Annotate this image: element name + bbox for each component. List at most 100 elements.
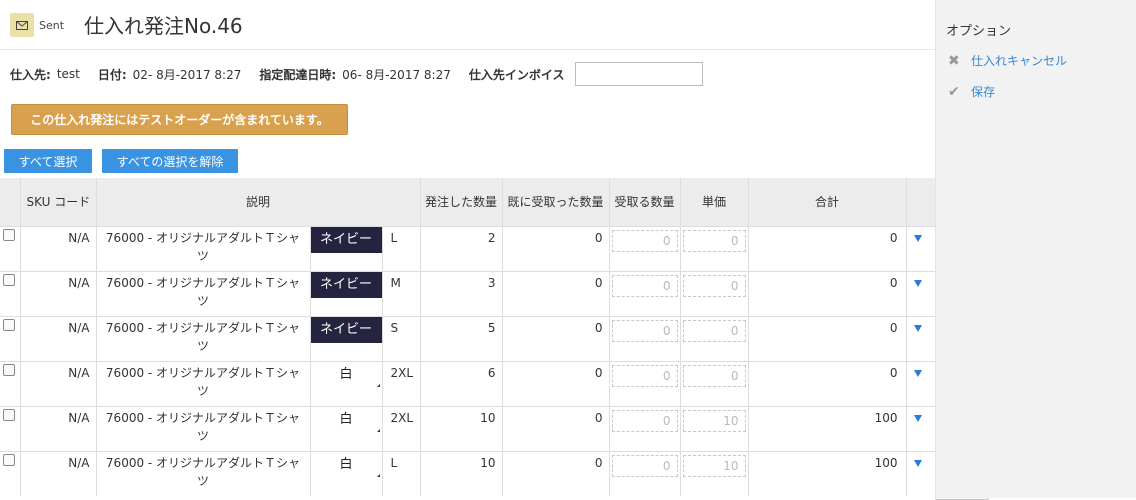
to-receive-cell: 0 [609,315,681,361]
color-cell: 白 [310,405,383,451]
sku-cell: N/A [20,450,97,496]
header-ordered: 発注した数量 [420,178,503,226]
total-cell: 100 [748,450,907,496]
select-all-button[interactable]: すべて選択 [4,149,92,173]
ordered-qty-cell: 10 [420,450,503,496]
sku-cell: N/A [20,315,97,361]
invoice-input[interactable] [574,62,703,86]
deselect-all-button[interactable]: すべての選択を解除 [102,149,238,173]
invoice-label: 仕入先インボイス [468,67,565,82]
date-value: 02- 8月-2017 8:27 [132,67,242,82]
x-icon: ✖ [948,52,960,69]
color-cell: 白 [310,360,383,406]
color-cell: ネイビー [310,225,383,271]
color-cell: ネイビー [310,270,383,316]
dropdown-arrow-icon[interactable] [913,414,922,422]
row-select-cell [0,270,21,316]
row-checkbox[interactable] [3,408,15,421]
delivery-value: 06- 8月-2017 8:27 [342,67,451,82]
size-cell: S [382,315,421,361]
table-row: N/A 76000 - オリジナルアダルトＴシャツ ネイビー L 2 0 0 0 0 [0,225,935,271]
color-chip: ネイビー [310,316,382,343]
sku-cell: N/A [20,225,97,271]
row-checkbox[interactable] [3,228,15,241]
size-cell: 2XL [382,405,421,451]
header-description: 説明 [96,178,421,226]
unit-price-cell: 10 [680,405,749,451]
row-checkbox[interactable] [3,363,15,376]
cancel-order-link[interactable]: ✖ 仕入れキャンセル [948,52,1067,69]
row-checkbox[interactable] [3,318,15,331]
size-cell: L [382,450,421,496]
received-qty-cell: 0 [502,270,610,316]
to-receive-input[interactable]: 0 [611,409,678,432]
main-content: Sent 仕入れ発注No.46 仕入先: test 日付: 02- 8月-201… [0,0,935,498]
unit-price-input[interactable]: 0 [682,364,746,387]
dropdown-arrow-icon[interactable] [913,279,922,287]
color-cell: ネイビー [310,315,383,361]
unit-price-input[interactable]: 0 [682,319,746,342]
dropdown-arrow-icon[interactable] [913,324,922,332]
supplier-label: 仕入先: [10,67,51,82]
unit-price-cell: 0 [680,270,749,316]
sku-cell: N/A [20,270,97,316]
to-receive-input[interactable]: 0 [611,229,678,252]
row-select-cell [0,360,21,406]
order-info: 仕入先: test 日付: 02- 8月-2017 8:27 指定配達日時: 0… [10,62,703,86]
ordered-qty-cell: 3 [420,270,503,316]
description-cell: 76000 - オリジナルアダルトＴシャツ [96,450,311,496]
to-receive-input[interactable]: 0 [611,454,678,477]
description-cell: 76000 - オリジナルアダルトＴシャツ [96,270,311,316]
header-received: 既に受取った数量 [502,178,610,226]
date-label: 日付: [97,67,127,82]
dropdown-arrow-icon[interactable] [913,459,922,467]
color-cell: 白 [310,450,383,496]
description-cell: 76000 - オリジナルアダルトＴシャツ [96,360,311,406]
dropdown-arrow-icon[interactable] [913,369,922,377]
ordered-qty-cell: 5 [420,315,503,361]
to-receive-cell: 0 [609,405,681,451]
header-unit-price: 単価 [680,178,749,226]
header-checkbox [0,178,21,226]
row-checkbox[interactable] [3,453,15,466]
total-cell: 0 [748,270,907,316]
unit-price-cell: 0 [680,225,749,271]
description-cell: 76000 - オリジナルアダルトＴシャツ [96,225,311,271]
row-menu-cell [906,450,935,496]
to-receive-input[interactable]: 0 [611,364,678,387]
table-row: N/A 76000 - オリジナルアダルトＴシャツ白 2XL 10 0 0 10 100 [0,405,935,451]
row-select-cell [0,315,21,361]
header-sku: SKU コード [20,178,97,226]
color-chip: 白 [339,366,353,382]
unit-price-input[interactable]: 10 [682,454,746,477]
to-receive-input[interactable]: 0 [611,274,678,297]
color-chip: ネイビー [310,271,382,298]
options-sidebar: オプション ✖ 仕入れキャンセル ✔ 保存 [935,0,1136,498]
to-receive-cell: 0 [609,450,681,496]
size-cell: 2XL [382,360,421,406]
ordered-qty-cell: 10 [420,405,503,451]
size-cell: L [382,225,421,271]
sku-cell: N/A [20,405,97,451]
save-link[interactable]: ✔ 保存 [948,83,995,100]
status-indicator: Sent [10,13,64,37]
to-receive-cell: 0 [609,270,681,316]
row-menu-cell [906,360,935,406]
test-order-alert: この仕入れ発注にはテストオーダーが含まれています。 [11,104,348,135]
total-cell: 0 [748,360,907,406]
row-checkbox[interactable] [3,273,15,286]
row-select-cell [0,405,21,451]
to-receive-input[interactable]: 0 [611,319,678,342]
save-label: 保存 [971,85,996,99]
unit-price-input[interactable]: 0 [682,229,746,252]
delivery-label: 指定配達日時: [259,67,337,82]
ordered-qty-cell: 2 [420,225,503,271]
row-menu-cell [906,405,935,451]
description-cell: 76000 - オリジナルアダルトＴシャツ [96,315,311,361]
dropdown-arrow-icon[interactable] [913,234,922,242]
header-to-receive: 受取る数量 [609,178,681,226]
unit-price-input[interactable]: 10 [682,409,746,432]
received-qty-cell: 0 [502,360,610,406]
sidebar-title: オプション [946,24,1012,39]
unit-price-input[interactable]: 0 [682,274,746,297]
